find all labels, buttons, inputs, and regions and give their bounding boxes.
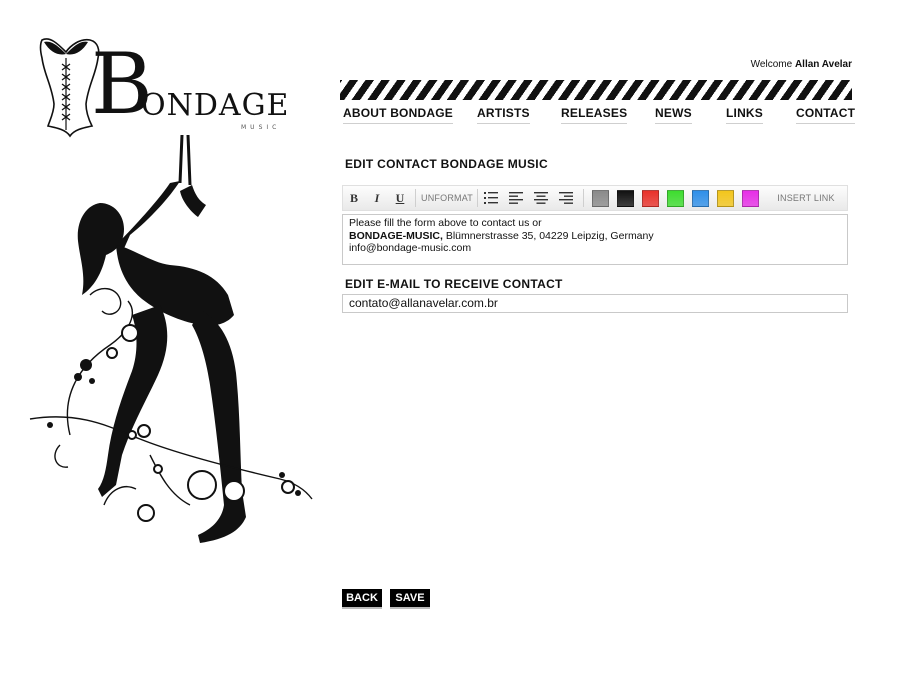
color-swatch-gray[interactable] xyxy=(592,190,609,207)
save-button[interactable]: SAVE xyxy=(390,589,430,609)
editor-line: Please fill the form above to contact us… xyxy=(349,217,542,229)
nav-item-releases[interactable]: RELEASES xyxy=(561,106,628,124)
striped-banner xyxy=(340,80,852,100)
editor-toolbar: B I U UNFORMAT INSERT LINK xyxy=(342,185,848,211)
nav-item-news[interactable]: NEWS xyxy=(655,106,692,124)
main-nav: ABOUT BONDAGE ARTISTS RELEASES NEWS LINK… xyxy=(341,106,856,126)
align-center-icon xyxy=(534,192,548,204)
color-swatch-green[interactable] xyxy=(667,190,684,207)
editor-address-text: Blümnerstrasse 35, 04229 Leipzig, German… xyxy=(442,229,654,242)
color-swatch-red[interactable] xyxy=(642,190,659,207)
align-left-icon xyxy=(509,192,523,204)
nav-item-links[interactable]: LINKS xyxy=(726,106,763,124)
color-swatch-black[interactable] xyxy=(617,190,634,207)
email-section-title: EDIT E-MAIL TO RECEIVE CONTACT xyxy=(345,277,563,291)
unformat-button[interactable]: UNFORMAT xyxy=(419,186,475,210)
welcome-message: Welcome Allan Avelar xyxy=(751,59,852,70)
nav-item-contact[interactable]: CONTACT xyxy=(796,106,856,124)
align-left-button[interactable] xyxy=(506,186,526,210)
bullet-list-icon xyxy=(484,192,498,204)
align-right-button[interactable] xyxy=(556,186,576,210)
contact-text-editor[interactable]: Please fill the form above to contact us… xyxy=(342,214,848,265)
contact-email-input[interactable]: contato@allanavelar.com.br xyxy=(342,294,848,313)
color-swatch-magenta[interactable] xyxy=(742,190,759,207)
nav-item-artists[interactable]: ARTISTS xyxy=(477,106,530,124)
insert-link-button[interactable]: INSERT LINK xyxy=(773,186,839,210)
color-swatch-blue[interactable] xyxy=(692,190,709,207)
italic-button[interactable]: I xyxy=(369,186,385,210)
underline-button[interactable]: U xyxy=(391,186,409,210)
back-button[interactable]: BACK xyxy=(342,589,382,609)
editor-line: BONDAGE-MUSIC, Blümnerstrasse 35, 04229 … xyxy=(349,230,841,243)
user-name[interactable]: Allan Avelar xyxy=(795,59,852,70)
bold-button[interactable]: B xyxy=(345,186,363,210)
editor-line: info@bondage-music.com xyxy=(349,242,472,254)
logo-text: ONDAGE xyxy=(141,88,290,123)
bullet-list-button[interactable] xyxy=(481,186,501,210)
brand-logo[interactable]: B ONDAGE MUSIC xyxy=(36,34,288,140)
contact-section-title: EDIT CONTACT BONDAGE MUSIC xyxy=(345,157,548,171)
toolbar-divider xyxy=(583,189,584,207)
align-right-icon xyxy=(559,192,573,204)
silhouette-image xyxy=(29,134,313,543)
nav-item-about[interactable]: ABOUT BONDAGE xyxy=(343,106,453,124)
align-center-button[interactable] xyxy=(531,186,551,210)
toolbar-divider xyxy=(415,189,416,207)
color-swatch-yellow[interactable] xyxy=(717,190,734,207)
logo-subtitle: MUSIC xyxy=(241,124,281,131)
editor-bold-text: BONDAGE-MUSIC, xyxy=(349,229,443,242)
dancer-illustration xyxy=(20,134,320,555)
toolbar-divider xyxy=(477,189,478,207)
welcome-prefix: Welcome xyxy=(750,59,793,70)
